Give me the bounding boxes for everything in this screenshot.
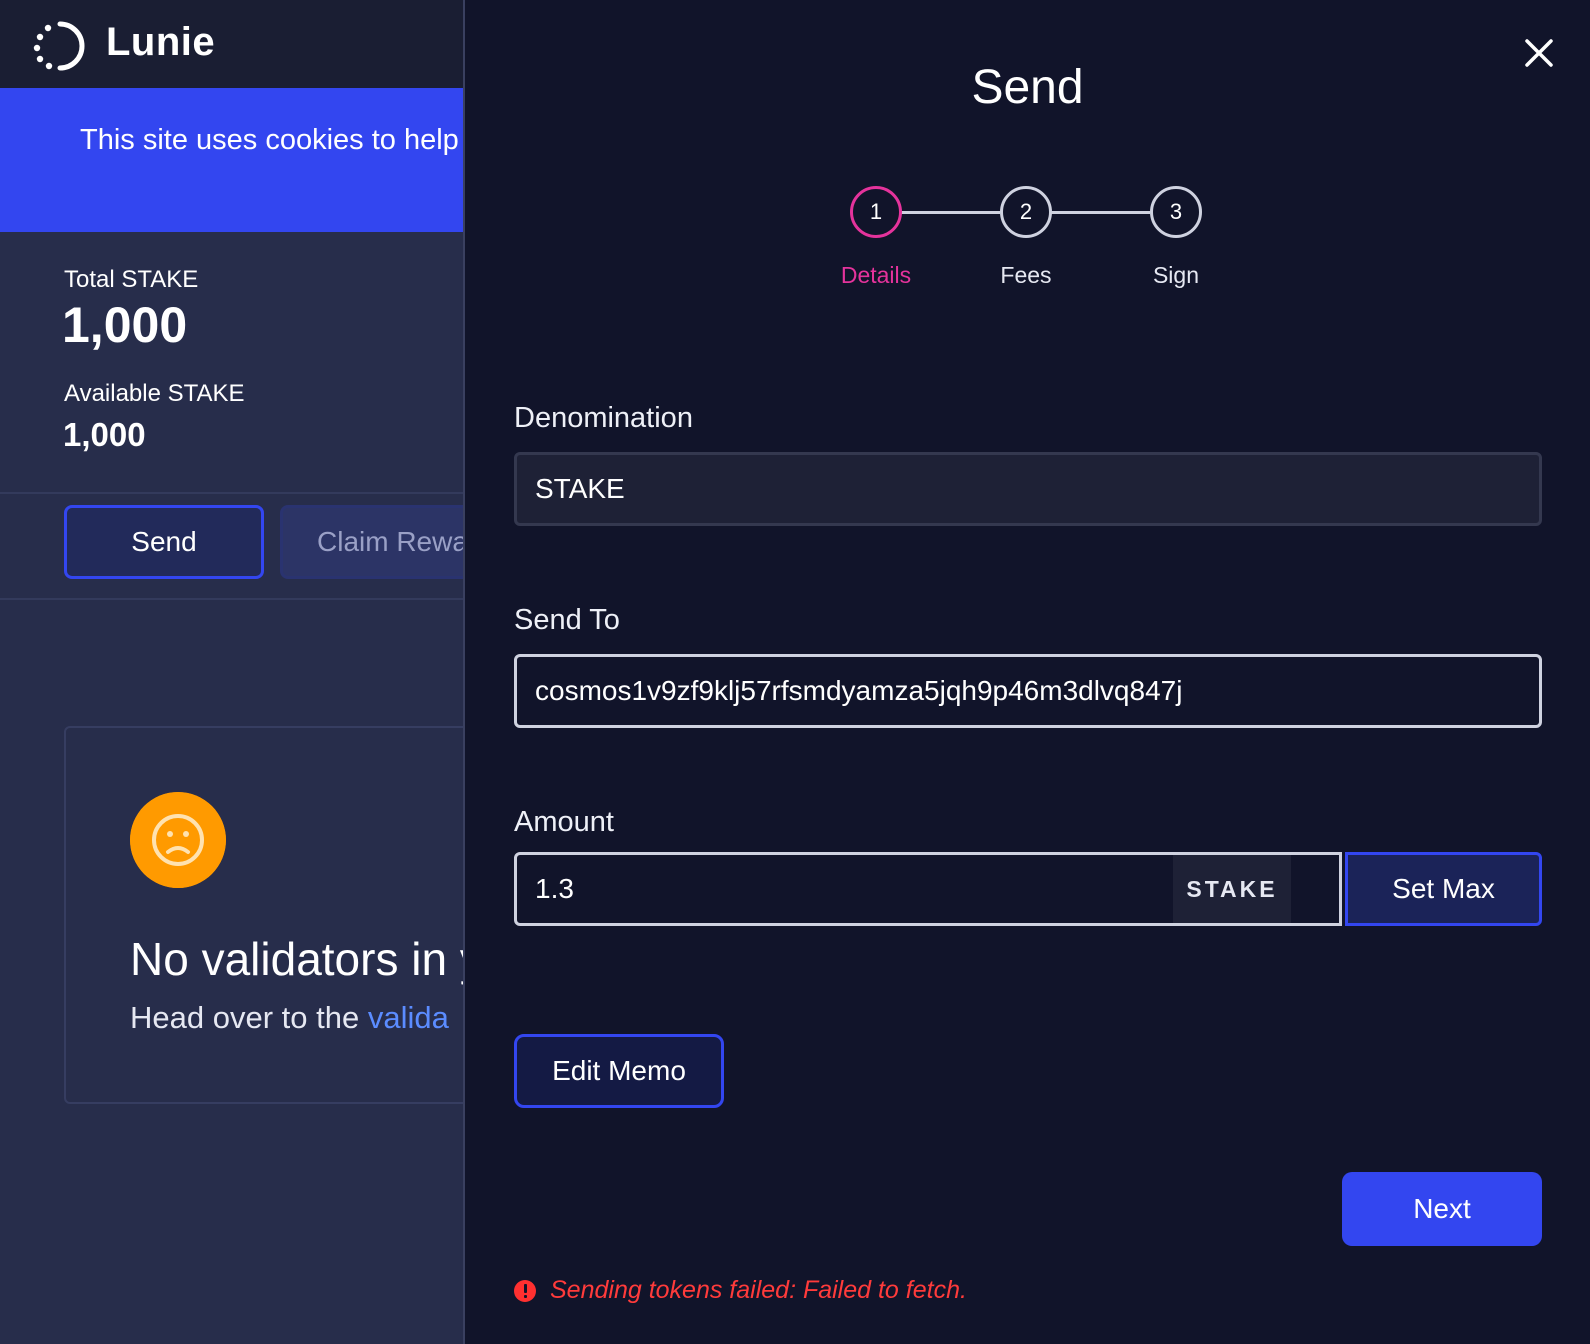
top-bar: Lunie bbox=[0, 0, 470, 88]
cookie-banner: This site uses cookies to help bbox=[0, 88, 470, 232]
sad-face-icon bbox=[130, 792, 226, 888]
amount-input[interactable]: 1.3 bbox=[535, 855, 574, 923]
validators-link[interactable]: valida bbox=[368, 1000, 449, 1035]
step-1-label: Details bbox=[840, 262, 912, 288]
error-message: Sending tokens failed: Failed to fetch. bbox=[514, 1276, 967, 1305]
step-3-label: Sign bbox=[1152, 262, 1200, 288]
step-1-circle: 1 bbox=[850, 186, 902, 238]
divider bbox=[0, 598, 470, 600]
divider bbox=[0, 492, 470, 494]
error-icon bbox=[514, 1279, 536, 1302]
empty-state-subtitle-text: Head over to the bbox=[130, 1000, 368, 1035]
cookie-banner-text: This site uses cookies to help bbox=[80, 124, 459, 156]
amount-label: Amount bbox=[514, 806, 614, 838]
lunie-logo-icon bbox=[33, 21, 85, 71]
send-to-label: Send To bbox=[514, 604, 620, 636]
step-2-circle: 2 bbox=[1000, 186, 1052, 238]
app-name: Lunie bbox=[106, 20, 216, 64]
step-connector bbox=[900, 211, 1000, 214]
step-3-circle: 3 bbox=[1150, 186, 1202, 238]
step-indicator: 1 2 3 Details Fees Sign bbox=[841, 186, 1210, 306]
total-stake-value: 1,000 bbox=[62, 297, 188, 353]
empty-state-subtitle: Head over to the valida bbox=[130, 1000, 449, 1036]
edit-memo-button[interactable]: Edit Memo bbox=[514, 1034, 724, 1108]
next-button[interactable]: Next bbox=[1342, 1172, 1542, 1246]
denomination-label: Denomination bbox=[514, 402, 693, 434]
amount-input-wrapper[interactable]: 1.3 STAKE bbox=[514, 852, 1342, 926]
send-button-background[interactable]: Send bbox=[64, 505, 264, 579]
available-stake-label: Available STAKE bbox=[64, 380, 245, 407]
send-modal: Send 1 2 3 Details Fees Sign Denominatio… bbox=[463, 0, 1590, 1344]
amount-denom-badge: STAKE bbox=[1173, 855, 1291, 923]
error-text: Sending tokens failed: Failed to fetch. bbox=[550, 1276, 967, 1304]
step-connector bbox=[1050, 211, 1150, 214]
claim-rewards-button[interactable]: Claim Rewa bbox=[280, 505, 470, 579]
empty-validators-card: No validators in y Head over to the vali… bbox=[64, 726, 470, 1104]
total-stake-label: Total STAKE bbox=[64, 266, 199, 293]
step-2-label: Fees bbox=[1000, 262, 1052, 288]
empty-state-title: No validators in y bbox=[130, 933, 470, 985]
send-to-input[interactable]: cosmos1v9zf9klj57rfsmdyamza5jqh9p46m3dlv… bbox=[514, 654, 1542, 728]
set-max-button[interactable]: Set Max bbox=[1345, 852, 1542, 926]
denomination-field: STAKE bbox=[514, 452, 1542, 526]
available-stake-value: 1,000 bbox=[63, 416, 146, 453]
app-background: Lunie This site uses cookies to help Tot… bbox=[0, 0, 470, 1344]
modal-title: Send bbox=[971, 61, 1084, 114]
